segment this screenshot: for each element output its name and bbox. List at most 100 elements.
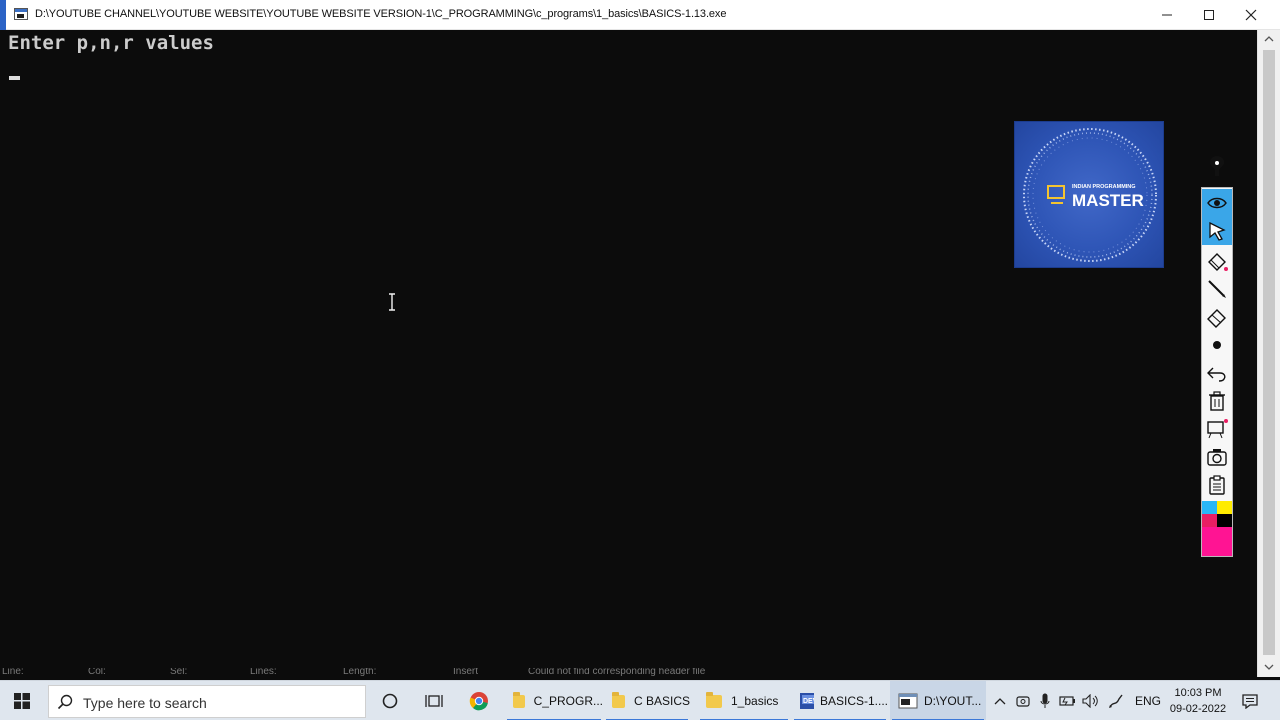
taskbar-app-c-basics[interactable]: C BASICS (604, 681, 690, 720)
undo-icon (1207, 367, 1226, 382)
taskbar-clock[interactable]: 10:03 PM 09-02-2022 (1166, 685, 1230, 717)
taskbar-app-console[interactable]: D:\YOUT... (890, 681, 986, 720)
tool-trash[interactable] (1202, 387, 1232, 415)
ibeam-cursor-icon (389, 293, 395, 311)
status-message: Could not find corresponding header file (528, 668, 706, 677)
cortana-button[interactable] (374, 681, 406, 720)
task-view-icon (425, 695, 443, 707)
window-title: D:\YOUTUBE CHANNEL\YOUTUBE WEBSITE\YOUTU… (35, 8, 727, 20)
eye-icon (1207, 197, 1227, 209)
folder-icon (513, 691, 525, 708)
taskbar-app-c-progr[interactable]: C_PROGR... (505, 681, 603, 720)
maximize-button[interactable] (1187, 0, 1231, 30)
taskbar-app-devcpp[interactable]: DEV BASICS-1.... (792, 681, 888, 720)
tray-pen-button[interactable] (1104, 681, 1128, 720)
language-indicator[interactable]: ENG (1134, 681, 1162, 720)
folder-icon (706, 691, 722, 708)
taskbar-app-label: BASICS-1.... (819, 694, 888, 708)
tray-power-button[interactable] (1057, 681, 1079, 720)
color-swatch-blue[interactable] (1202, 501, 1217, 514)
console-app-icon[interactable] (14, 8, 28, 20)
tray-overflow-button[interactable] (990, 681, 1010, 720)
taskbar-app-1-basics[interactable]: 1_basics (698, 681, 790, 720)
tool-clipboard[interactable] (1202, 471, 1232, 499)
tool-eye[interactable] (1202, 189, 1232, 217)
chrome-icon (469, 692, 488, 711)
meet-now-icon (1016, 696, 1030, 707)
trash-icon (1209, 391, 1225, 411)
maximize-icon (1204, 10, 1214, 20)
status-lines: Lines: (250, 668, 277, 677)
tray-microphone-button[interactable] (1035, 681, 1055, 720)
eraser-icon (1207, 309, 1226, 328)
windows-taskbar: Type here to search C_PROGR... C BASICS (0, 680, 1280, 720)
close-button[interactable] (1229, 0, 1273, 30)
close-icon (1245, 9, 1257, 21)
tool-undo[interactable] (1202, 359, 1232, 387)
tray-volume-button[interactable] (1080, 681, 1102, 720)
window-edge (0, 0, 6, 30)
text-cursor (9, 76, 20, 80)
start-button[interactable] (0, 681, 44, 720)
cortana-circle-icon (382, 693, 398, 709)
chevron-down-icon (1264, 664, 1274, 670)
scroll-up-arrow[interactable] (1258, 30, 1280, 48)
language-label: ENG (1134, 694, 1161, 708)
minimize-icon (1162, 14, 1172, 16)
tool-eraser[interactable] (1202, 303, 1232, 331)
pen-workspace-icon (1109, 694, 1123, 708)
taskbar-search-box[interactable]: Type here to search (48, 685, 366, 718)
minimize-button[interactable] (1145, 0, 1189, 30)
clock-date: 09-02-2022 (1169, 703, 1227, 715)
status-sel: Sel: (170, 668, 188, 677)
color-swatches (1202, 501, 1232, 556)
camera-icon (1207, 449, 1227, 466)
tool-camera[interactable] (1202, 443, 1232, 471)
logo-graphic: INDIAN PROGRAMMING MASTER (1023, 128, 1157, 262)
taskbar-app-label: C_PROGR... (533, 694, 603, 708)
tool-line[interactable] (1202, 275, 1232, 303)
color-swatch-magenta[interactable] (1202, 514, 1217, 527)
clock-time: 10:03 PM (1174, 687, 1222, 699)
console-icon (898, 693, 918, 709)
tool-cursor[interactable] (1202, 217, 1232, 245)
vertical-scrollbar[interactable] (1257, 30, 1280, 677)
taskbar-app-label: 1_basics (731, 694, 779, 708)
taskbar-app-label: C BASICS (633, 694, 690, 708)
scrollbar-thumb[interactable] (1263, 50, 1275, 655)
search-placeholder: Type here to search (83, 695, 207, 711)
windows-logo-icon (14, 693, 30, 709)
pen-icon (1209, 156, 1225, 176)
devcpp-icon: DEV (800, 693, 814, 709)
status-col: Col: (88, 668, 106, 677)
task-view-button[interactable] (418, 681, 450, 720)
tool-highlighter[interactable] (1202, 247, 1232, 275)
annotation-pen-button[interactable] (1201, 150, 1233, 182)
status-mode: Insert (453, 668, 479, 677)
channel-logo: INDIAN PROGRAMMING MASTER (1014, 121, 1164, 268)
chrome-taskbar-button[interactable] (462, 681, 496, 720)
screen: D:\YOUTUBE CHANNEL\YOUTUBE WEBSITE\YOUTU… (0, 0, 1280, 720)
status-line: Line: (2, 668, 24, 677)
annotation-toolbar (1201, 187, 1233, 557)
folder-icon (612, 691, 625, 708)
color-swatch-yellow[interactable] (1217, 501, 1232, 514)
tray-meet-button[interactable] (1013, 681, 1033, 720)
search-icon (57, 694, 73, 710)
color-swatch-pink[interactable] (1202, 527, 1232, 556)
color-swatch-black[interactable] (1217, 514, 1232, 527)
monitor-icon (1047, 185, 1065, 204)
logo-main-text: MASTER (1072, 191, 1144, 210)
action-center-button[interactable] (1236, 681, 1264, 720)
line-icon (1208, 280, 1226, 298)
console-title-bar[interactable]: D:\YOUTUBE CHANNEL\YOUTUBE WEBSITE\YOUTU… (0, 0, 1280, 30)
chevron-up-icon (1264, 36, 1274, 42)
highlighter-icon (1208, 253, 1228, 271)
microphone-icon (1040, 693, 1050, 708)
battery-plug-icon (1059, 696, 1075, 706)
console-prompt-text: Enter p,n,r values (8, 32, 214, 54)
tool-dot[interactable] (1202, 331, 1232, 359)
whiteboard-icon (1207, 419, 1228, 439)
tool-whiteboard[interactable] (1202, 415, 1232, 443)
scroll-down-arrow[interactable] (1258, 658, 1280, 676)
